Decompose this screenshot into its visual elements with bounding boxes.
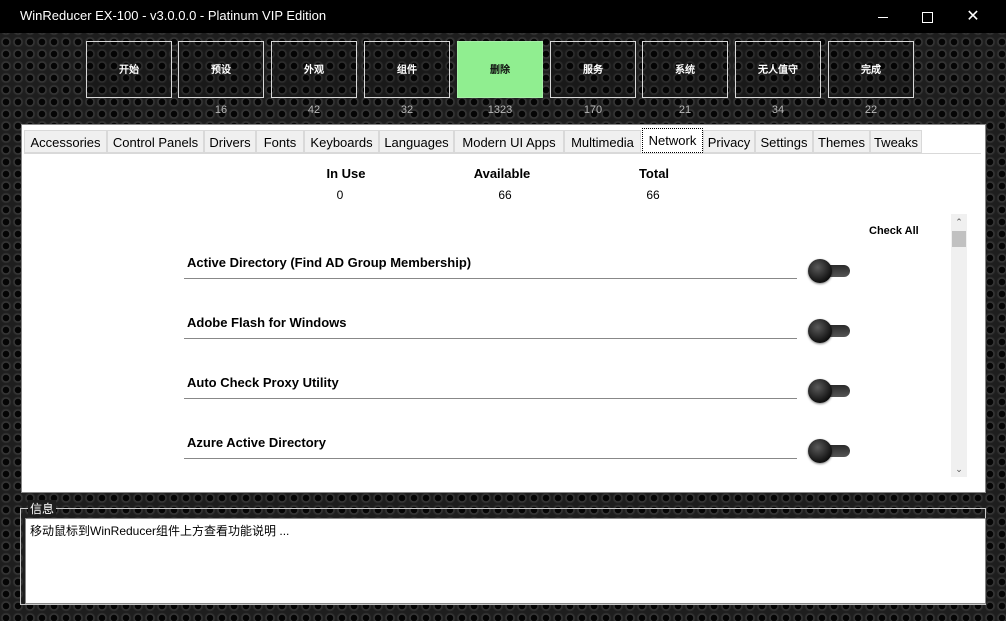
info-textbox[interactable]: 移动鼠标到WinReducer组件上方查看功能说明 ... bbox=[25, 518, 986, 604]
step-button-finish[interactable]: 完成 bbox=[828, 41, 914, 98]
tab-themes[interactable]: Themes bbox=[813, 130, 870, 153]
tab-drivers[interactable]: Drivers bbox=[204, 130, 256, 153]
step-button-components[interactable]: 组件 bbox=[364, 41, 450, 98]
step-count-unattended: 34 bbox=[771, 104, 785, 116]
toggle-knob bbox=[808, 379, 832, 403]
check-all-button[interactable]: Check All bbox=[869, 225, 919, 237]
step-count-system: 21 bbox=[678, 104, 692, 116]
tab-modern-ui-apps[interactable]: Modern UI Apps bbox=[454, 130, 564, 153]
step-count-presets: 16 bbox=[214, 104, 228, 116]
title-bar: WinReducer EX-100 - v3.0.0.0 - Platinum … bbox=[0, 0, 1006, 33]
tabs-divider bbox=[24, 153, 981, 154]
tab-control-panels[interactable]: Control Panels bbox=[107, 130, 204, 153]
step-button-system[interactable]: 系统 bbox=[642, 41, 728, 98]
list-item-label: Auto Check Proxy Utility bbox=[187, 375, 339, 390]
remove-panel: Accessories Control Panels Drivers Fonts… bbox=[21, 124, 986, 493]
tab-fonts[interactable]: Fonts bbox=[256, 130, 304, 153]
available-label: Available bbox=[473, 166, 531, 181]
step-button-start[interactable]: 开始 bbox=[86, 41, 172, 98]
info-text: 移动鼠标到WinReducer组件上方查看功能说明 ... bbox=[30, 524, 290, 538]
tab-tweaks[interactable]: Tweaks bbox=[870, 130, 922, 153]
tab-privacy[interactable]: Privacy bbox=[703, 130, 755, 153]
list-scrollbar[interactable]: ⌃ ⌄ bbox=[951, 214, 967, 477]
step-button-unattended[interactable]: 无人值守 bbox=[735, 41, 821, 98]
item-divider bbox=[184, 278, 797, 279]
close-button[interactable]: ✕ bbox=[950, 0, 996, 33]
tab-network[interactable]: Network bbox=[642, 128, 703, 153]
minimize-icon bbox=[878, 16, 888, 18]
minimize-button[interactable] bbox=[860, 0, 906, 33]
tab-keyboards[interactable]: Keyboards bbox=[304, 130, 379, 153]
item-divider bbox=[184, 338, 797, 339]
tab-multimedia[interactable]: Multimedia bbox=[564, 130, 641, 153]
tab-languages[interactable]: Languages bbox=[379, 130, 454, 153]
item-divider bbox=[184, 458, 797, 459]
scroll-up-icon[interactable]: ⌃ bbox=[951, 214, 967, 230]
item-toggle[interactable] bbox=[808, 379, 852, 403]
window-title: WinReducer EX-100 - v3.0.0.0 - Platinum … bbox=[20, 8, 327, 23]
list-item-label: Active Directory (Find AD Group Membersh… bbox=[187, 255, 472, 270]
scroll-down-icon[interactable]: ⌄ bbox=[951, 461, 967, 477]
in-use-value: 0 bbox=[336, 188, 344, 202]
tab-settings[interactable]: Settings bbox=[755, 130, 813, 153]
total-label: Total bbox=[638, 166, 670, 181]
toggle-knob bbox=[808, 319, 832, 343]
available-value: 66 bbox=[498, 188, 512, 202]
maximize-icon bbox=[921, 11, 933, 23]
scroll-thumb[interactable] bbox=[952, 231, 966, 247]
item-toggle[interactable] bbox=[808, 319, 852, 343]
step-count-appearance: 42 bbox=[307, 104, 321, 116]
step-count-services: 170 bbox=[583, 104, 603, 116]
toggle-knob bbox=[808, 439, 832, 463]
item-divider bbox=[184, 398, 797, 399]
tab-accessories[interactable]: Accessories bbox=[24, 130, 107, 153]
info-title: 信息 bbox=[28, 500, 57, 517]
step-button-appearance[interactable]: 外观 bbox=[271, 41, 357, 98]
app-window: WinReducer EX-100 - v3.0.0.0 - Platinum … bbox=[0, 0, 1006, 621]
list-item-label: Adobe Flash for Windows bbox=[187, 315, 347, 330]
step-button-remove[interactable]: 删除 bbox=[457, 41, 543, 98]
step-count-finish: 22 bbox=[864, 104, 878, 116]
item-toggle[interactable] bbox=[808, 439, 852, 463]
toggle-knob bbox=[808, 259, 832, 283]
in-use-label: In Use bbox=[326, 166, 366, 181]
list-item-label: Azure Active Directory bbox=[187, 435, 326, 450]
step-count-components: 32 bbox=[400, 104, 414, 116]
item-toggle[interactable] bbox=[808, 259, 852, 283]
step-count-remove: 1323 bbox=[487, 104, 513, 116]
step-button-services[interactable]: 服务 bbox=[550, 41, 636, 98]
step-button-presets[interactable]: 预设 bbox=[178, 41, 264, 98]
close-icon: ✕ bbox=[966, 8, 980, 25]
total-value: 66 bbox=[646, 188, 660, 202]
maximize-button[interactable] bbox=[904, 0, 950, 33]
